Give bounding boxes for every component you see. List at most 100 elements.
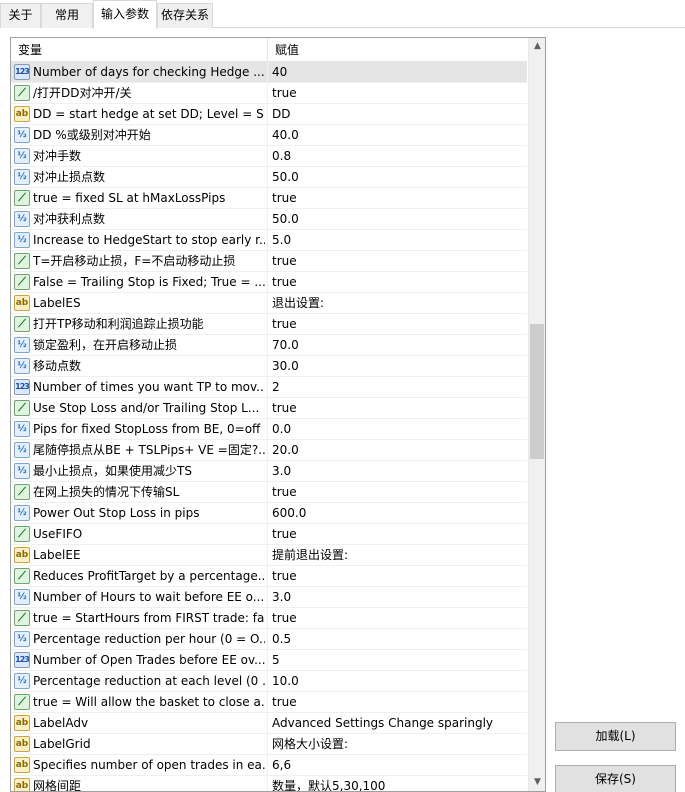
dbl-type-icon: ½ bbox=[14, 673, 30, 689]
parameter-value[interactable]: true bbox=[272, 692, 522, 713]
parameter-name: 移动点数 bbox=[33, 359, 82, 373]
parameter-row[interactable]: ⟋ T=开启移动止损，F=不启动移动止损 true bbox=[11, 251, 527, 272]
parameter-value[interactable]: 3.0 bbox=[272, 587, 522, 608]
parameter-row[interactable]: ⟋ Use Stop Loss and/or Trailing Stop L...… bbox=[11, 398, 527, 419]
dbl-type-icon: ½ bbox=[14, 148, 30, 164]
parameter-value[interactable]: DD bbox=[272, 104, 522, 125]
parameter-name: Number of Hours to wait before EE o... bbox=[33, 590, 265, 604]
column-header-value[interactable]: 赋值 bbox=[268, 38, 527, 62]
parameter-row[interactable]: 123 Number of days for checking Hedge ...… bbox=[11, 62, 527, 83]
parameter-row[interactable]: ½ Number of Hours to wait before EE o... 3… bbox=[11, 587, 527, 608]
parameter-row[interactable]: ½ Power Out Stop Loss in pips 600.0 bbox=[11, 503, 527, 524]
parameter-value[interactable]: true bbox=[272, 314, 522, 335]
parameter-value[interactable]: true bbox=[272, 608, 522, 629]
bool-type-icon: ⟋ bbox=[14, 190, 30, 206]
parameter-row[interactable]: ½ 最小止损点，如果使用减少TS 3.0 bbox=[11, 461, 527, 482]
parameter-value[interactable]: Advanced Settings Change sparingly bbox=[272, 713, 522, 734]
column-header-variable[interactable]: 变量 bbox=[11, 38, 267, 62]
scroll-up-arrow-icon[interactable]: ▲ bbox=[529, 38, 545, 55]
parameter-row[interactable]: ⟋/打开DD对冲开/关 true bbox=[11, 83, 527, 104]
cell-divider bbox=[267, 293, 268, 314]
parameter-value[interactable]: 5 bbox=[272, 650, 522, 671]
tab-inputs[interactable]: 输入参数 bbox=[93, 0, 157, 29]
parameter-value[interactable]: 3.0 bbox=[272, 461, 522, 482]
parameter-value[interactable]: 6,6 bbox=[272, 755, 522, 776]
parameter-value[interactable]: 50.0 bbox=[272, 167, 522, 188]
parameter-value[interactable]: 50.0 bbox=[272, 209, 522, 230]
parameter-name: 打开TP移动和利润追踪止损功能 bbox=[33, 317, 204, 331]
parameter-value[interactable]: 30.0 bbox=[272, 356, 522, 377]
parameter-row[interactable]: ⟋ 打开TP移动和利润追踪止损功能 true bbox=[11, 314, 527, 335]
parameter-row[interactable]: ⟋ Reduces ProfitTarget by a percentage...… bbox=[11, 566, 527, 587]
parameter-row[interactable]: ½ Increase to HedgeStart to stop early r.… bbox=[11, 230, 527, 251]
cell-divider bbox=[267, 671, 268, 692]
parameter-name: LabelEE bbox=[33, 548, 81, 562]
parameter-value[interactable]: 提前退出设置: bbox=[272, 545, 522, 566]
parameter-row[interactable]: ½ 对冲获利点数 50.0 bbox=[11, 209, 527, 230]
parameter-row[interactable]: ½ 对冲止损点数 50.0 bbox=[11, 167, 527, 188]
parameter-value[interactable]: true bbox=[272, 482, 522, 503]
parameter-value[interactable]: true bbox=[272, 83, 522, 104]
parameter-row[interactable]: ab LabelEE 提前退出设置: bbox=[11, 545, 527, 566]
parameter-value[interactable]: 40 bbox=[272, 62, 522, 83]
parameter-value[interactable]: 数量，默认5,30,100 bbox=[272, 776, 522, 791]
int-type-icon: 123 bbox=[14, 64, 30, 80]
tab-about[interactable]: 关于 bbox=[0, 3, 41, 28]
parameter-row[interactable]: ⟋ False = Trailing Stop is Fixed; True = … bbox=[11, 272, 527, 293]
parameter-value[interactable]: true bbox=[272, 272, 522, 293]
cell-divider bbox=[267, 146, 268, 167]
parameter-row[interactable]: ⟋ true = Will allow the basket to close a… bbox=[11, 692, 527, 713]
tab-common[interactable]: 常用 bbox=[41, 3, 93, 28]
dbl-type-icon: ½ bbox=[14, 337, 30, 353]
parameter-value[interactable]: 2 bbox=[272, 377, 522, 398]
parameter-row[interactable]: ab LabelAdv Advanced Settings Change spari… bbox=[11, 713, 527, 734]
dbl-type-icon: ½ bbox=[14, 589, 30, 605]
parameter-value[interactable]: 70.0 bbox=[272, 335, 522, 356]
parameter-row[interactable]: ab LabelES 退出设置: bbox=[11, 293, 527, 314]
parameter-row[interactable]: ab LabelGrid 网格大小设置: bbox=[11, 734, 527, 755]
parameter-value[interactable]: true bbox=[272, 398, 522, 419]
parameter-row[interactable]: ½ 尾随停损点从BE + TSLPips+ VE =固定?... 20.0 bbox=[11, 440, 527, 461]
parameter-row[interactable]: ab Specifies number of open trades in ea.… bbox=[11, 755, 527, 776]
parameter-value[interactable]: 0.5 bbox=[272, 629, 522, 650]
parameter-row[interactable]: 123 Number of times you want TP to mov...… bbox=[11, 377, 527, 398]
parameter-value[interactable]: 600.0 bbox=[272, 503, 522, 524]
parameter-row[interactable]: ½ 移动点数 30.0 bbox=[11, 356, 527, 377]
parameter-name: UseFIFO bbox=[33, 527, 83, 541]
parameter-row[interactable]: ½ Percentage reduction per hour (0 = O...… bbox=[11, 629, 527, 650]
cell-divider bbox=[267, 440, 268, 461]
parameter-value[interactable]: 5.0 bbox=[272, 230, 522, 251]
parameter-value[interactable]: 40.0 bbox=[272, 125, 522, 146]
parameter-row[interactable]: ½ DD %或级别对冲开始 40.0 bbox=[11, 125, 527, 146]
parameter-value[interactable]: true bbox=[272, 188, 522, 209]
load-button[interactable]: 加载(L) bbox=[555, 722, 676, 751]
dbl-type-icon: ½ bbox=[14, 421, 30, 437]
bool-type-icon: ⟋ bbox=[14, 400, 30, 416]
parameter-value[interactable]: true bbox=[272, 524, 522, 545]
parameter-row[interactable]: ½ 对冲手数 0.8 bbox=[11, 146, 527, 167]
save-button[interactable]: 保存(S) bbox=[555, 765, 676, 792]
parameter-row[interactable]: 123 Number of Open Trades before EE ov...… bbox=[11, 650, 527, 671]
parameter-row[interactable]: ab 网格间距 数量，默认5,30,100 bbox=[11, 776, 527, 791]
parameter-row[interactable]: ab DD = start hedge at set DD; Level = S.… bbox=[11, 104, 527, 125]
vertical-scrollbar[interactable]: ▲ ▼ bbox=[528, 38, 545, 791]
tab-dependencies[interactable]: 依存关系 bbox=[157, 3, 213, 28]
parameter-value[interactable]: 网格大小设置: bbox=[272, 734, 522, 755]
parameter-value[interactable]: 退出设置: bbox=[272, 293, 522, 314]
parameter-row[interactable]: ⟋ true = StartHours from FIRST trade: fa.… bbox=[11, 608, 527, 629]
parameter-value[interactable]: true bbox=[272, 566, 522, 587]
parameter-value[interactable]: 0.0 bbox=[272, 419, 522, 440]
parameter-value[interactable]: 0.8 bbox=[272, 146, 522, 167]
parameter-value[interactable]: 10.0 bbox=[272, 671, 522, 692]
scrollbar-thumb[interactable] bbox=[530, 324, 544, 459]
parameter-value[interactable]: true bbox=[272, 251, 522, 272]
parameter-row[interactable]: ½ 锁定盈利，在开启移动止损 70.0 bbox=[11, 335, 527, 356]
parameter-row[interactable]: ½ Percentage reduction at each level (0 .… bbox=[11, 671, 527, 692]
parameter-name: T=开启移动止损，F=不启动移动止损 bbox=[33, 254, 236, 268]
parameter-row[interactable]: ⟋ true = fixed SL at hMaxLossPips true bbox=[11, 188, 527, 209]
parameter-row[interactable]: ⟋ UseFIFO true bbox=[11, 524, 527, 545]
parameter-row[interactable]: ⟋ 在网上损失的情况下传输SL true bbox=[11, 482, 527, 503]
parameter-value[interactable]: 20.0 bbox=[272, 440, 522, 461]
parameter-row[interactable]: ½ Pips for fixed StopLoss from BE, 0=off 0… bbox=[11, 419, 527, 440]
scroll-down-arrow-icon[interactable]: ▼ bbox=[529, 774, 545, 791]
